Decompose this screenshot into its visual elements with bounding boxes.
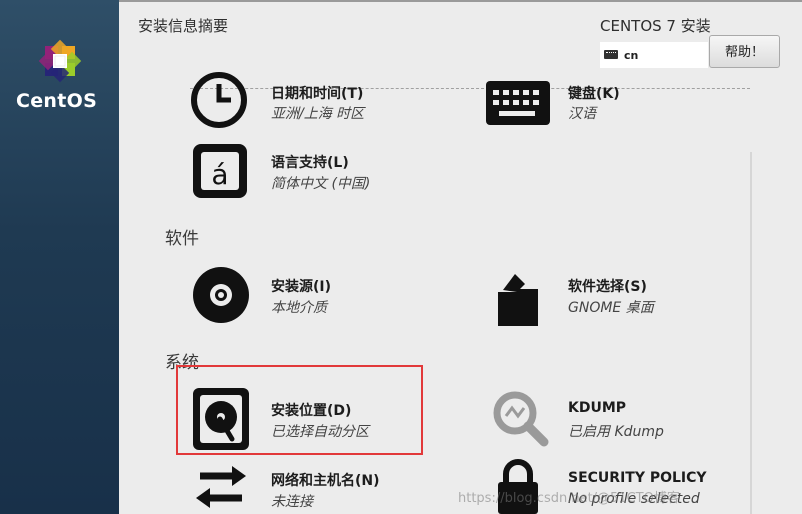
keyboard-layout-value: cn xyxy=(624,49,639,62)
keyboard-icon xyxy=(486,81,550,125)
keyboard-title[interactable]: 键盘(K) xyxy=(568,83,620,103)
install-source-title[interactable]: 安装源(I) xyxy=(271,276,331,296)
help-button[interactable]: 帮助！ xyxy=(709,35,780,68)
highlight-box xyxy=(176,365,423,455)
date-time-subtitle: 亚洲/上海 时区 xyxy=(271,106,365,122)
kdump-title[interactable]: KDUMP xyxy=(568,400,626,416)
svg-text:á: á xyxy=(211,158,228,191)
brand-name: CentOS xyxy=(16,90,98,112)
clock-icon xyxy=(191,72,247,128)
product-title: CENTOS 7 安装 xyxy=(600,17,711,35)
keyboard-layout-indicator[interactable]: cn xyxy=(600,42,708,68)
magnifier-icon xyxy=(493,391,549,447)
network-title[interactable]: 网络和主机名(N) xyxy=(271,470,380,490)
language-title[interactable]: 语言支持(L) xyxy=(271,152,349,172)
kdump-subtitle: 已启用 Kdump xyxy=(568,424,664,440)
network-arrows-icon xyxy=(196,466,246,508)
language-subtitle: 简体中文 (中国) xyxy=(271,176,371,192)
software-heading: 软件 xyxy=(165,229,199,249)
top-divider xyxy=(119,0,802,2)
scrollbar-track[interactable] xyxy=(750,152,752,514)
disc-icon xyxy=(193,267,249,323)
watermark: https://blog.csdn.net/@51CTO博客 xyxy=(458,491,680,506)
language-icon: á xyxy=(193,144,247,198)
date-time-title[interactable]: 日期和时间(T) xyxy=(271,83,363,103)
software-selection-title[interactable]: 软件选择(S) xyxy=(568,276,647,296)
security-policy-title[interactable]: SECURITY POLICY xyxy=(568,470,707,486)
network-subtitle: 未连接 xyxy=(271,494,313,510)
keyboard-small-icon xyxy=(604,50,618,59)
keyboard-subtitle: 汉语 xyxy=(568,106,596,122)
page-title: 安装信息摘要 xyxy=(138,17,229,35)
install-source-subtitle: 本地介质 xyxy=(271,300,327,316)
centos-logo-icon xyxy=(38,39,82,83)
software-selection-subtitle: GNOME 桌面 xyxy=(568,300,654,316)
package-icon xyxy=(498,274,538,326)
sidebar: CentOS xyxy=(0,0,119,514)
